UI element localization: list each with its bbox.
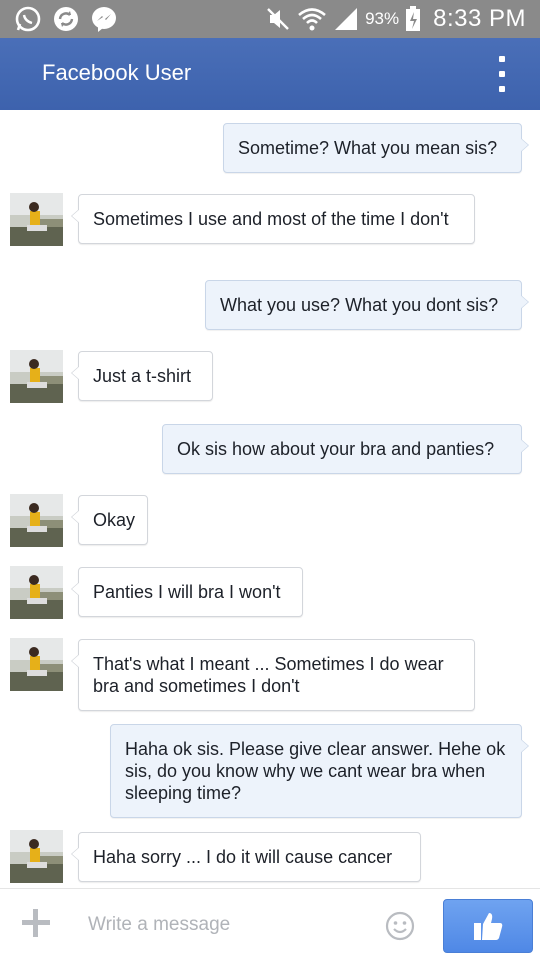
signal-icon [335, 8, 358, 30]
smiley-icon[interactable] [385, 911, 415, 941]
message-bubble-outgoing: Sometime? What you mean sis? [223, 123, 529, 173]
sync-icon [54, 7, 78, 31]
message-bubble-outgoing: Ok sis how about your bra and panties? [162, 424, 529, 474]
messenger-icon [92, 7, 116, 32]
conversation-title: Facebook User [42, 60, 192, 85]
mute-icon [267, 8, 289, 30]
contact-avatar[interactable] [10, 193, 63, 246]
message-bubble-outgoing: What you use? What you dont sis? [205, 280, 529, 330]
whatsapp-icon [15, 6, 41, 32]
message-bubble-incoming: Panties I will bra I won't [71, 567, 303, 617]
like-button[interactable] [443, 899, 533, 953]
contact-avatar[interactable] [10, 566, 63, 619]
message-bubble-incoming: Sometimes I use and most of the time I d… [71, 194, 475, 244]
thumbs-up-icon [474, 913, 503, 940]
battery-percent: 93% [365, 9, 400, 28]
contact-avatar[interactable] [10, 638, 63, 691]
message-bubble-outgoing: Haha ok sis. Please give clear answer. H… [110, 724, 529, 818]
battery-icon [406, 6, 421, 31]
status-bar: 93% 8:33 PM [0, 0, 540, 38]
message-bubble-incoming: Just a t-shirt [71, 351, 213, 401]
message-thread[interactable]: Sometime? What you mean sis? Sometimes I… [0, 110, 540, 888]
message-input[interactable] [88, 909, 368, 941]
message-bubble-incoming: Okay [71, 495, 148, 545]
contact-avatar[interactable] [10, 494, 63, 547]
contact-avatar[interactable] [10, 830, 63, 883]
clock: 8:33 PM [433, 5, 526, 32]
message-bubble-incoming: Haha sorry ... I do it will cause cancer [71, 832, 421, 882]
wifi-icon [298, 8, 326, 31]
message-composer [0, 888, 540, 960]
app-header: Facebook User [0, 38, 540, 110]
plus-icon[interactable] [22, 909, 50, 937]
contact-avatar[interactable] [10, 350, 63, 403]
message-bubble-incoming: That's what I meant ... Sometimes I do w… [71, 639, 475, 711]
overflow-menu-icon[interactable] [494, 56, 510, 92]
